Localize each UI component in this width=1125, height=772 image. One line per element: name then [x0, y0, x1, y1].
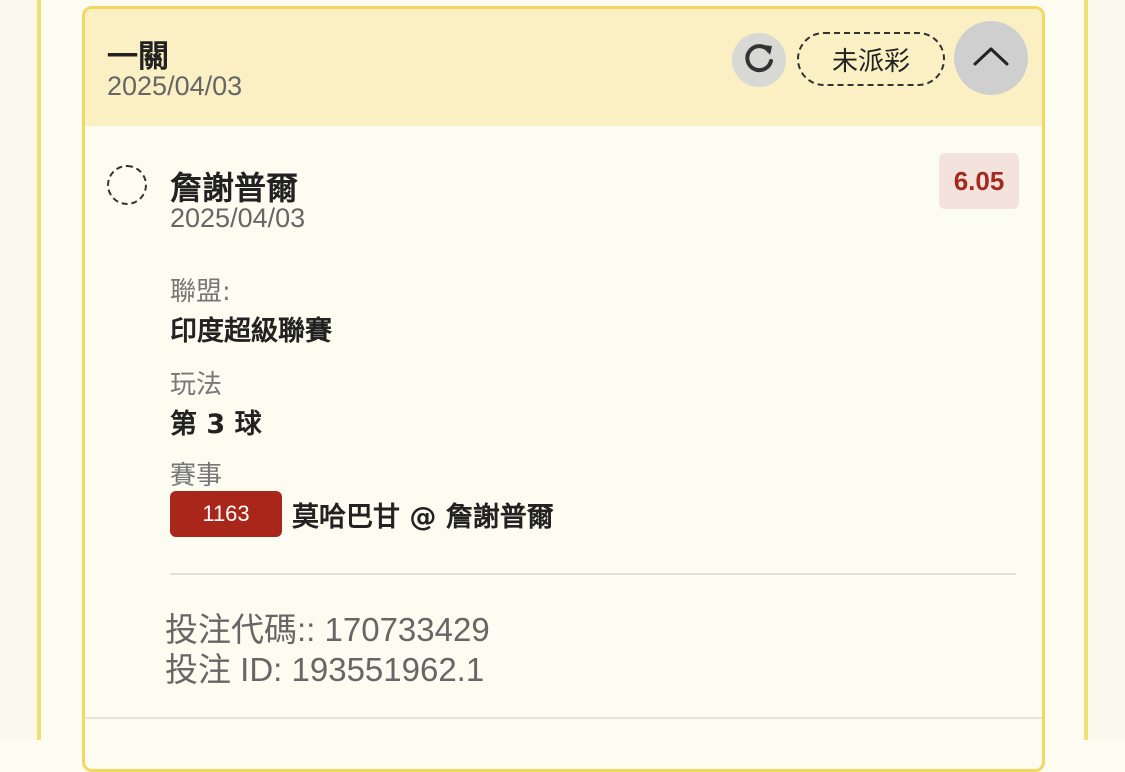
match-id-badge: 1163	[170, 491, 282, 537]
odds-badge: 6.05	[939, 153, 1019, 209]
selection-date: 2025/04/03	[170, 203, 306, 233]
bet-card-header: 一關 2025/04/03 未派彩	[85, 9, 1042, 126]
match-row: 1163 莫哈巴甘 @ 詹謝普爾	[170, 491, 554, 537]
league-value: 印度超級聯賽	[170, 316, 332, 347]
divider	[85, 717, 1042, 719]
outer-border-left	[37, 0, 41, 740]
bet-date: 2025/04/03	[107, 71, 243, 101]
collapse-button[interactable]	[954, 21, 1028, 95]
radio-icon[interactable]	[107, 165, 147, 205]
status-badge: 未派彩	[797, 32, 945, 86]
background-left	[0, 0, 37, 740]
chevron-up-icon	[972, 44, 1010, 72]
background-right	[1088, 0, 1125, 740]
divider	[170, 573, 1016, 575]
match-label: 賽事	[170, 461, 223, 491]
bet-type-title: 一關	[107, 39, 169, 75]
market-value: 第 3 球	[170, 409, 262, 440]
league-label: 聯盟:	[170, 277, 231, 307]
refresh-button[interactable]	[732, 33, 786, 87]
match-name: 莫哈巴甘 @ 詹謝普爾	[292, 501, 554, 533]
bet-id: 投注 ID: 193551962.1	[165, 651, 485, 688]
refresh-icon	[742, 41, 776, 79]
market-label: 玩法	[170, 370, 223, 400]
bet-card: 一關 2025/04/03 未派彩 詹謝普爾 2025/04/03 6.05 聯…	[82, 6, 1045, 772]
